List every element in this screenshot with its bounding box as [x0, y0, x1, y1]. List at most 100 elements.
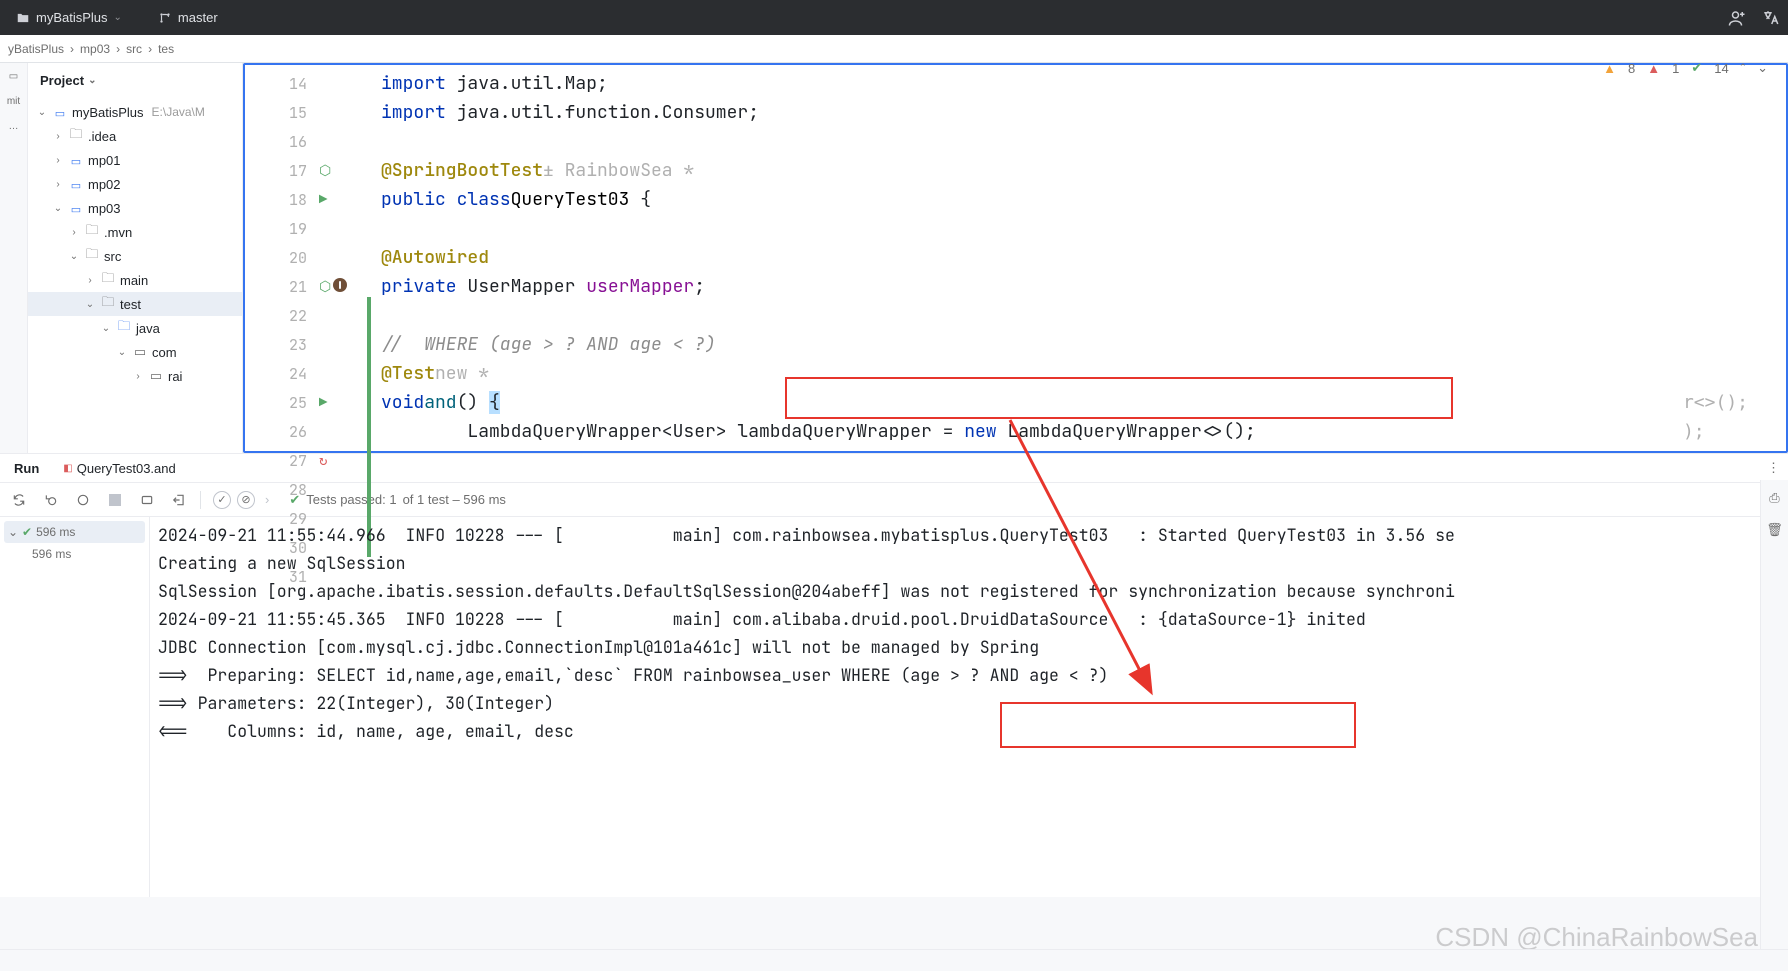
tree-row[interactable]: ⌄▭com: [28, 340, 242, 364]
console-line: 2024-09-21 11:55:45.365 INFO 10228 --- […: [158, 605, 1780, 633]
project-tool-icon[interactable]: ▭: [9, 71, 18, 82]
branch-selector[interactable]: master: [150, 10, 226, 25]
line-number: 23: [277, 335, 307, 355]
stop-button[interactable]: [104, 489, 126, 511]
code-line[interactable]: public class QueryTest03 {: [373, 185, 1786, 214]
tree-label: mp01: [88, 153, 121, 168]
line-number: 22: [277, 306, 307, 326]
test-duration: 596 ms: [36, 525, 75, 539]
gutter-icon[interactable]: ⬡: [313, 278, 349, 296]
code-line[interactable]: @Autowired: [373, 243, 1786, 272]
console[interactable]: 2024-09-21 11:55:44.966 INFO 10228 --- […: [150, 517, 1788, 897]
project-name: myBatisPlus: [36, 10, 108, 25]
gutter-icon[interactable]: ↻: [313, 452, 349, 470]
statusbar: [0, 949, 1788, 971]
annotation-box-code: [785, 377, 1453, 419]
tree-label: rai: [168, 369, 182, 384]
project-panel-header[interactable]: Project ⌄: [28, 63, 242, 98]
code-line[interactable]: [373, 127, 1786, 156]
toggle-auto-button[interactable]: [72, 489, 94, 511]
inspections-widget[interactable]: ▲8 ▲1 ✔14 ˆ⌄: [1603, 60, 1768, 76]
folder-icon: ▭: [52, 105, 68, 120]
line-number: 17: [277, 161, 307, 181]
code-line[interactable]: private UserMapper userMapper;: [373, 272, 1786, 301]
add-user-icon[interactable]: [1728, 9, 1746, 27]
exit-button[interactable]: [168, 489, 190, 511]
folder-icon: 🗀: [100, 269, 116, 291]
breadcrumb-item[interactable]: mp03: [80, 42, 110, 56]
rerun-button[interactable]: [8, 489, 30, 511]
tree-row[interactable]: ⌄▭myBatisPlusE:\Java\M: [28, 100, 242, 124]
tree-label: mp03: [88, 201, 121, 216]
tree-row[interactable]: › ▭ mp01: [28, 148, 242, 172]
tab-run[interactable]: Run: [8, 461, 45, 476]
folder-icon: ▭: [68, 177, 84, 192]
breadcrumb-item[interactable]: tes: [158, 42, 174, 56]
gutter-icon[interactable]: ⬡: [313, 162, 349, 180]
tree-label: test: [120, 297, 141, 312]
commit-tool-icon[interactable]: mit: [7, 96, 20, 107]
topbar: myBatisPlus ⌄ master: [0, 0, 1788, 35]
code-line[interactable]: LambdaQueryWrapper<User> lambdaQueryWrap…: [373, 417, 1786, 446]
change-strip: [365, 65, 373, 451]
check-icon: ✔: [22, 525, 32, 539]
console-line: SqlSession [org.apache.ibatis.session.de…: [158, 577, 1780, 605]
rerun-failed-button[interactable]: [40, 489, 62, 511]
tab-label: Run: [14, 461, 39, 476]
tree-label: mp02: [88, 177, 121, 192]
tree-row[interactable]: ⌄ ▭ mp03: [28, 196, 242, 220]
code-line[interactable]: [373, 214, 1786, 243]
gutter-icon[interactable]: ▶: [313, 191, 349, 209]
pass-filter-icon[interactable]: ✓: [213, 491, 231, 509]
print-icon[interactable]: ⎙: [1769, 490, 1779, 506]
test-tree-row[interactable]: ⌄✔ 596 ms: [4, 521, 145, 543]
code-line[interactable]: @SpringBootTest ± RainbowSea *: [373, 156, 1786, 185]
code-line[interactable]: [373, 301, 1786, 330]
code-line[interactable]: import java.util.function.Consumer;: [373, 98, 1786, 127]
tree-row[interactable]: ›🗀.mvn: [28, 220, 242, 244]
tree-row[interactable]: ›🗀main: [28, 268, 242, 292]
line-number: 14: [277, 74, 307, 94]
folder-icon: 🗀: [100, 293, 116, 315]
folder-icon: ▭: [68, 201, 84, 216]
folder-icon: ▭: [68, 153, 84, 168]
tree-row[interactable]: ›▭rai: [28, 364, 242, 388]
project-tree[interactable]: ⌄▭myBatisPlusE:\Java\M›🗀.idea›▭mp01›▭mp0…: [28, 98, 242, 453]
code-line[interactable]: lambdaQueryWrapper.gt(User::getAge, val:…: [373, 446, 1786, 451]
gutter-icon[interactable]: ▶: [313, 394, 349, 412]
project-selector[interactable]: myBatisPlus ⌄: [8, 10, 130, 25]
folder-icon: 🗀: [116, 317, 132, 339]
breadcrumb-item[interactable]: src: [126, 42, 142, 56]
breadcrumb-item[interactable]: yBatisPlus: [8, 42, 64, 56]
error-icon: ▲: [1647, 61, 1660, 76]
tree-row[interactable]: ⌄🗀java: [28, 316, 242, 340]
chevron-down-icon: ⌄: [114, 12, 122, 23]
project-panel: Project ⌄ ⌄▭myBatisPlusE:\Java\M›🗀.idea›…: [28, 63, 243, 453]
peek-code: r<>(); );: [1683, 392, 1748, 442]
console-line: <== Columns: id, name, age, email, desc: [158, 717, 1780, 745]
console-line: 2024-09-21 11:55:44.966 INFO 10228 --- […: [158, 521, 1780, 549]
trash-icon[interactable]: 🗑: [1766, 522, 1783, 538]
tree-row[interactable]: ›🗀.idea: [28, 124, 242, 148]
folder-icon: 🗀: [84, 221, 100, 243]
right-tool-strip: ⎙ 🗑: [1760, 480, 1788, 950]
tree-row[interactable]: ⌄🗀test: [28, 292, 242, 316]
translate-icon[interactable]: [1762, 9, 1780, 27]
chevron-icon: ˆ: [1741, 61, 1745, 76]
line-number: 21: [277, 277, 307, 297]
code-line[interactable]: import java.util.Map;: [373, 69, 1786, 98]
code-line[interactable]: // WHERE (age > ? AND age < ?): [373, 330, 1786, 359]
tree-row[interactable]: ⌄🗀src: [28, 244, 242, 268]
settings-icon[interactable]: ⋮: [1767, 460, 1780, 476]
chevron-icon: ⌄: [52, 203, 64, 214]
tests-total-text: of 1 test – 596 ms: [403, 492, 506, 507]
console-line: Creating a new SqlSession: [158, 549, 1780, 577]
dump-button[interactable]: [136, 489, 158, 511]
structure-tool-icon[interactable]: …: [9, 121, 19, 132]
tab-file[interactable]: ◧ QueryTest03.and: [57, 461, 181, 476]
test-tree-row[interactable]: 596 ms: [4, 543, 145, 565]
tree-row[interactable]: ›▭mp02: [28, 172, 242, 196]
line-number: 26: [277, 422, 307, 442]
chevron-icon: ›: [52, 155, 64, 166]
test-tree[interactable]: ⌄✔ 596 ms 596 ms: [0, 517, 150, 897]
